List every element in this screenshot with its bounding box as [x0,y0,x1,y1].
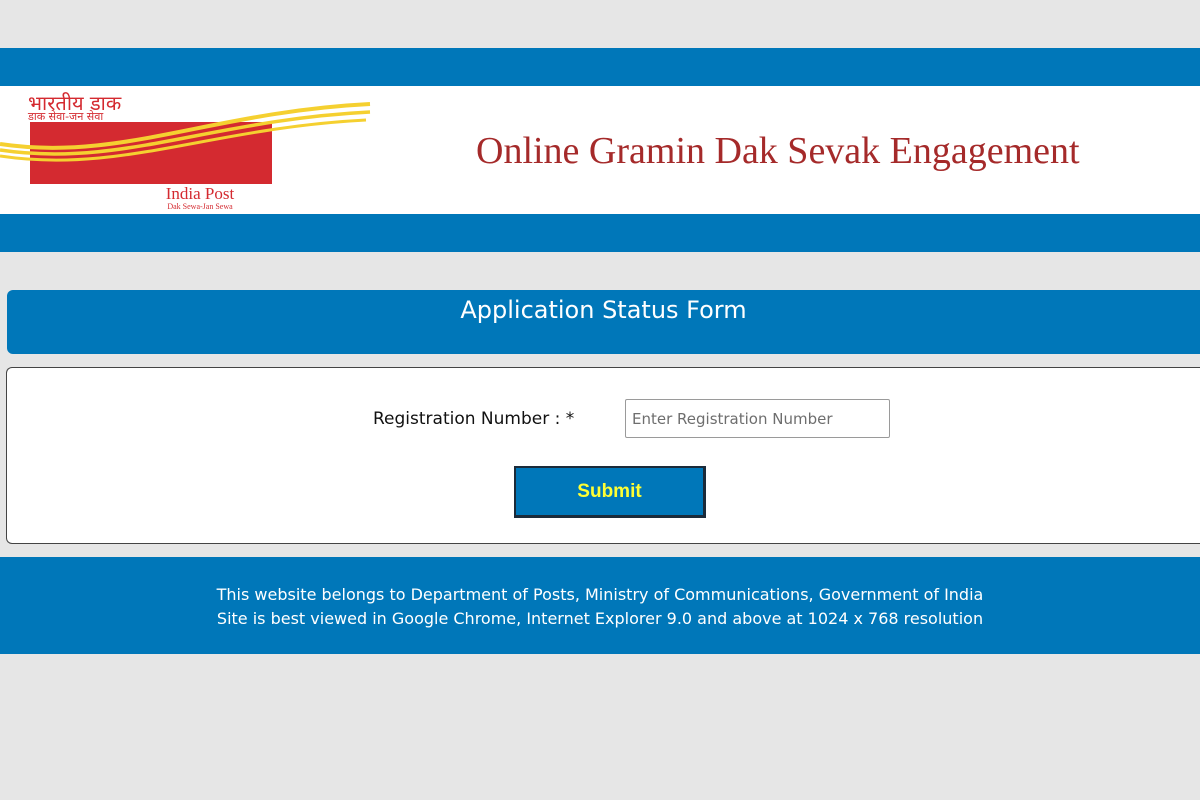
application-status-form: Registration Number : * Submit [6,367,1200,544]
site-footer: This website belongs to Department of Po… [0,557,1200,654]
footer-browser-note: Site is best viewed in Google Chrome, In… [216,609,984,628]
india-post-logo: भारतीय डाक डाक सेवा-जन सेवा India Post D… [0,86,380,214]
header-bottom-band [0,214,1200,252]
form-title-bar: Application Status Form [7,290,1200,354]
india-post-emblem-icon: भारतीय डाक डाक सेवा-जन सेवा India Post D… [0,91,371,211]
form-title: Application Status Form [460,296,747,324]
registration-number-input[interactable] [625,399,890,438]
footer-ownership-text: This website belongs to Department of Po… [216,585,984,604]
site-header: भारतीय डाक डाक सेवा-जन सेवा India Post D… [0,86,1200,214]
logo-hindi-tagline: डाक सेवा-जन सेवा [27,110,103,123]
logo-brand-name: India Post [166,184,235,203]
header-top-band [0,48,1200,86]
registration-number-label: Registration Number : * [373,409,575,429]
submit-button[interactable]: Submit [514,466,706,518]
site-title: Online Gramin Dak Sevak Engagement [476,130,1080,172]
logo-tagline: Dak Sewa-Jan Sewa [167,202,233,211]
